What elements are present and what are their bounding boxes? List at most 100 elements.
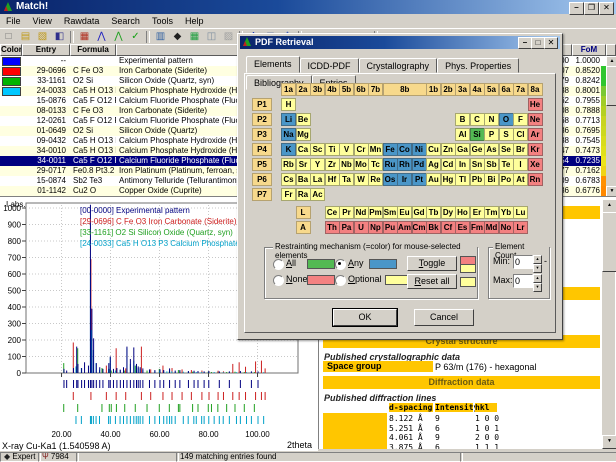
element-Sm[interactable]: Sm — [382, 206, 398, 219]
new-file-icon[interactable]: □ — [0, 30, 17, 44]
element-As[interactable]: As — [484, 143, 499, 156]
print-icon[interactable]: ▥ — [152, 30, 169, 44]
element-Nb[interactable]: Nb — [339, 158, 354, 171]
max-count-spinner[interactable]: ▲ ▼ — [533, 274, 542, 292]
element-Eu[interactable]: Eu — [397, 206, 412, 219]
element-Li[interactable]: Li — [281, 113, 296, 126]
element-Pt[interactable]: Pt — [411, 173, 427, 186]
element-At[interactable]: At — [513, 173, 528, 186]
dialog-close-button[interactable]: ✕ — [544, 37, 558, 49]
element-Dy[interactable]: Dy — [440, 206, 456, 219]
element-Ne[interactable]: Ne — [527, 113, 543, 126]
element-Tm[interactable]: Tm — [484, 206, 499, 219]
element-Cr[interactable]: Cr — [353, 143, 369, 156]
entries-list-icon[interactable]: ▦ — [76, 30, 93, 44]
datasheet-scrollbar[interactable]: ▲ ▼ — [602, 199, 616, 449]
element-Te[interactable]: Te — [498, 158, 514, 171]
column-header-formula[interactable]: Formula — [70, 44, 116, 56]
element-Yb[interactable]: Yb — [498, 206, 514, 219]
element-Tl[interactable]: Tl — [455, 173, 470, 186]
element-Al[interactable]: Al — [455, 128, 470, 141]
element-Po[interactable]: Po — [498, 173, 514, 186]
element-Ti[interactable]: Ti — [324, 143, 340, 156]
radio-none[interactable] — [273, 275, 284, 286]
element-Cl[interactable]: Cl — [513, 128, 528, 141]
element-U[interactable]: U — [353, 221, 369, 234]
element-Zn[interactable]: Zn — [440, 143, 456, 156]
element-Na[interactable]: Na — [281, 128, 296, 141]
column-header-corner[interactable] — [606, 44, 616, 56]
element-Ca[interactable]: Ca — [295, 143, 311, 156]
min-count-spinner[interactable]: ▲ ▼ — [533, 255, 542, 273]
tab-crystallography[interactable]: Crystallography — [358, 58, 438, 73]
element-Pa[interactable]: Pa — [339, 221, 354, 234]
menu-item-help[interactable]: Help — [179, 14, 210, 28]
element-Fr[interactable]: Fr — [281, 188, 296, 201]
column-header-fom[interactable]: FoM — [572, 44, 606, 56]
element-Pr[interactable]: Pr — [339, 206, 354, 219]
radio-all[interactable] — [273, 259, 284, 270]
menu-item-rawdata[interactable]: Rawdata — [58, 14, 106, 28]
ok-button[interactable]: OK — [332, 308, 398, 327]
element-Sr[interactable]: Sr — [295, 158, 311, 171]
radio-any[interactable] — [335, 259, 346, 270]
element-Br[interactable]: Br — [513, 143, 528, 156]
element-He[interactable]: He — [527, 98, 543, 111]
radio-optional[interactable] — [335, 275, 346, 286]
menu-item-file[interactable]: File — [0, 14, 27, 28]
element-Tb[interactable]: Tb — [426, 206, 441, 219]
element-Se[interactable]: Se — [498, 143, 514, 156]
element-Ac[interactable]: Ac — [310, 188, 325, 201]
element-Cm[interactable]: Cm — [411, 221, 427, 234]
element-Gd[interactable]: Gd — [411, 206, 427, 219]
scroll-up-icon[interactable]: ▲ — [602, 199, 616, 213]
element-Bk[interactable]: Bk — [426, 221, 441, 234]
element-Hf[interactable]: Hf — [324, 173, 340, 186]
spin-up-icon[interactable]: ▲ — [533, 274, 542, 283]
element-Pm[interactable]: Pm — [368, 206, 383, 219]
element-Fm[interactable]: Fm — [469, 221, 485, 234]
element-Kr[interactable]: Kr — [527, 143, 543, 156]
element-Ra[interactable]: Ra — [295, 188, 311, 201]
spin-up-icon[interactable]: ▲ — [533, 255, 542, 264]
element-La[interactable]: La — [310, 173, 325, 186]
element-Ta[interactable]: Ta — [339, 173, 354, 186]
tab-icdd-pdf[interactable]: ICDD-PDF — [299, 58, 359, 73]
element-Lu[interactable]: Lu — [513, 206, 528, 219]
element-Sn[interactable]: Sn — [469, 158, 485, 171]
element-Co[interactable]: Co — [397, 143, 412, 156]
element-O[interactable]: O — [498, 113, 514, 126]
menu-item-tools[interactable]: Tools — [146, 14, 179, 28]
report-icon[interactable]: ◫ — [203, 30, 220, 44]
element-No[interactable]: No — [498, 221, 514, 234]
element-W[interactable]: W — [353, 173, 369, 186]
save-icon[interactable]: ◧ — [51, 30, 68, 44]
entries-scrollbar-thumb[interactable] — [606, 66, 616, 106]
element-Mo[interactable]: Mo — [353, 158, 369, 171]
element-Sb[interactable]: Sb — [484, 158, 499, 171]
element-Nd[interactable]: Nd — [353, 206, 369, 219]
cancel-button[interactable]: Cancel — [414, 309, 474, 326]
element-Xe[interactable]: Xe — [527, 158, 543, 171]
entries-scrollbar[interactable]: ▲ ▼ — [606, 56, 616, 198]
element-Cd[interactable]: Cd — [440, 158, 456, 171]
element-Si[interactable]: Si — [469, 128, 485, 141]
element-C[interactable]: C — [469, 113, 485, 126]
element-B[interactable]: B — [455, 113, 470, 126]
tab-elements[interactable]: Elements — [246, 56, 300, 73]
max-count-input[interactable] — [513, 274, 533, 288]
scroll-down-icon[interactable]: ▼ — [602, 435, 616, 449]
element-V[interactable]: V — [339, 143, 354, 156]
accept-candidates-icon[interactable]: ✓ — [127, 30, 144, 44]
element-Ag[interactable]: Ag — [426, 158, 441, 171]
element-Am[interactable]: Am — [397, 221, 412, 234]
element-H[interactable]: H — [281, 98, 296, 111]
import-file-icon[interactable]: ▧ — [34, 30, 51, 44]
element-Y[interactable]: Y — [310, 158, 325, 171]
menu-item-view[interactable]: View — [27, 14, 58, 28]
element-Md[interactable]: Md — [484, 221, 499, 234]
element-Lr[interactable]: Lr — [513, 221, 528, 234]
element-Be[interactable]: Be — [295, 113, 311, 126]
element-Ge[interactable]: Ge — [469, 143, 485, 156]
element-Th[interactable]: Th — [324, 221, 340, 234]
